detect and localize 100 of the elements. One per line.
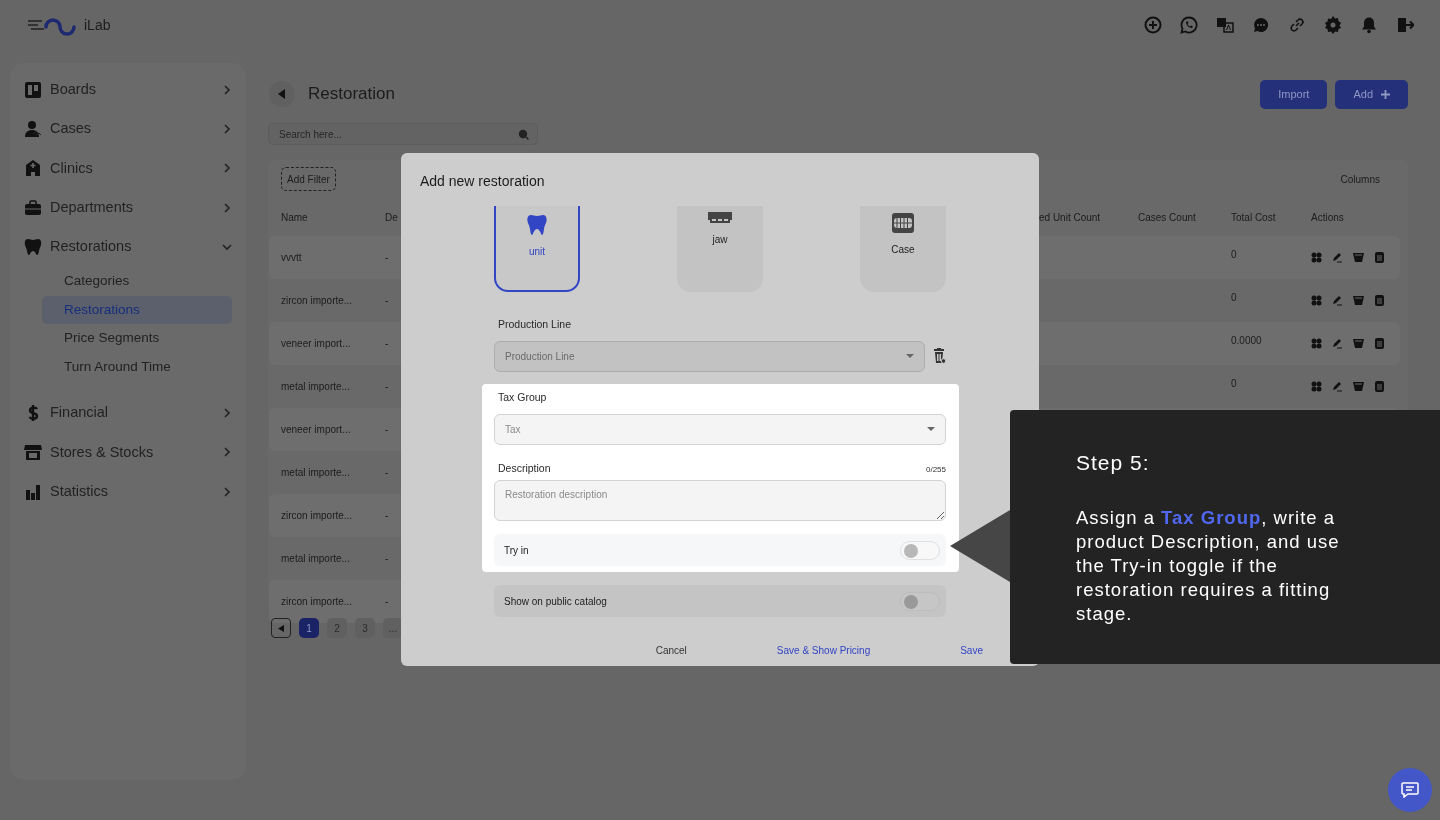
store-icon [24,443,42,462]
logout-icon[interactable] [1396,16,1414,34]
sidebar-item[interactable]: Clinics [24,148,232,189]
character-counter: 0/255 [925,464,946,477]
chat-bubble-icon[interactable] [1180,16,1198,34]
translate-icon[interactable] [1216,16,1234,34]
page-title: Restoration [308,83,395,106]
message-icon[interactable] [1252,16,1270,34]
chevron-right-icon [222,124,232,135]
add-filter-button[interactable]: Add Filter [281,167,336,191]
search-field[interactable]: Search here... [268,123,538,145]
pencil-icon[interactable] [1332,252,1343,263]
back-button[interactable] [269,81,295,107]
document-icon[interactable] [1374,381,1385,392]
cluster-icon[interactable] [1311,295,1322,306]
sidebar-subitem[interactable]: Restorations [42,295,232,325]
table-cell-text: metal importe... [281,380,351,394]
save-button[interactable]: Save [960,643,983,659]
columns-button[interactable]: Columns [1334,170,1386,188]
bell-icon[interactable] [1360,16,1378,34]
previous-page-button[interactable] [271,618,291,638]
dropdown-caret-icon [927,427,935,431]
cluster-icon[interactable] [1311,338,1322,349]
type-option[interactable]: jaw [677,206,763,292]
table-cell-text: 0 [1231,377,1238,391]
sidebar-item[interactable]: Stores & Stocks [24,432,232,473]
add-circle-icon[interactable] [1144,16,1162,34]
sidebar-item[interactable]: Financial [24,393,232,433]
table-cell-text: - [385,466,390,480]
page-button[interactable]: 1 [299,618,319,638]
import-button[interactable]: Import [1260,79,1328,109]
chat-button[interactable] [1388,768,1432,812]
cluster-icon[interactable] [1311,381,1322,392]
board-icon [24,80,42,99]
column-header[interactable]: De [385,209,399,225]
chevron-right-icon [222,447,232,458]
modal-title: Add new restoration [420,172,546,191]
description-field[interactable]: Restoration description [494,480,946,522]
basket-icon[interactable] [1353,381,1364,392]
save-button[interactable]: Save & Show Pricing [776,643,871,659]
toggle-switch[interactable] [900,591,940,611]
document-icon[interactable] [1374,338,1385,349]
sidebar-subitem[interactable]: Price Segments [42,324,232,353]
table-cell-text: - [385,251,390,265]
menu-icon[interactable] [28,19,44,31]
basket-icon[interactable] [1353,338,1364,349]
table-cell-text: zircon importe... [281,595,354,609]
type-option[interactable]: Case [860,206,946,292]
tax-group-select[interactable]: Tax [494,413,946,445]
sidebar-item[interactable]: Departments [24,188,232,228]
table-cell-text: veneer import... [281,423,352,437]
table-cell-text: - [385,595,390,609]
dropdown-caret-icon [906,354,914,359]
toggle-label: Show on public catalog [504,594,607,609]
search-icon [518,129,529,140]
toggle-switch[interactable] [900,540,940,560]
basket-icon[interactable] [1353,252,1364,263]
pencil-icon[interactable] [1332,381,1343,392]
tooth-icon [526,214,548,236]
teeth-case-icon [890,212,916,234]
pencil-icon[interactable] [1332,295,1343,306]
table-cell-text: - [385,509,390,523]
basket-icon[interactable] [1353,295,1364,306]
column-header[interactable]: Cases Count [1138,209,1231,225]
document-icon[interactable] [1374,295,1385,306]
table-cell-text: - [385,423,390,437]
table-cell-text: - [385,294,390,308]
cluster-icon[interactable] [1311,252,1322,263]
column-header[interactable]: ed Unit Count [1039,209,1138,225]
field-label: Tax Group [497,389,548,405]
sidebar-item[interactable]: Cases [24,109,232,149]
chevron-right-icon [222,163,232,174]
field-label: Description [497,460,551,476]
column-header[interactable]: Name [281,209,385,225]
table-cell-text: zircon importe... [281,294,354,308]
column-header[interactable]: Actions [1311,209,1408,225]
previous-arrow-icon [278,624,284,632]
production-line-select[interactable]: Production Line [494,340,925,372]
link-icon[interactable] [1288,16,1306,34]
type-option[interactable]: unit [494,206,580,292]
chevron-down-icon [222,242,232,253]
chevron-right-icon [222,202,232,213]
table-cell-text: - [385,337,390,351]
sidebar-item[interactable]: Statistics [24,472,232,512]
table-cell-text: - [385,552,390,566]
chevron-right-icon [222,486,232,497]
sidebar-subitem[interactable]: Categories [42,266,232,296]
chevron-right-icon [222,84,232,95]
cancel-button[interactable]: Cancel [655,643,687,659]
sidebar-subitem[interactable]: Turn Around Time [42,352,232,382]
sidebar-item[interactable]: Restorations [24,227,232,267]
add-button[interactable]: Add [1335,79,1408,109]
trash-icon [933,348,946,365]
teeth-row-icon [707,212,733,224]
settings-icon[interactable] [1324,16,1342,34]
pencil-icon[interactable] [1332,338,1343,349]
document-icon[interactable] [1374,252,1385,263]
sidebar-item[interactable]: Boards [24,70,232,110]
table-cell-text: metal importe... [281,466,351,480]
column-header[interactable]: Total Cost [1231,209,1311,225]
